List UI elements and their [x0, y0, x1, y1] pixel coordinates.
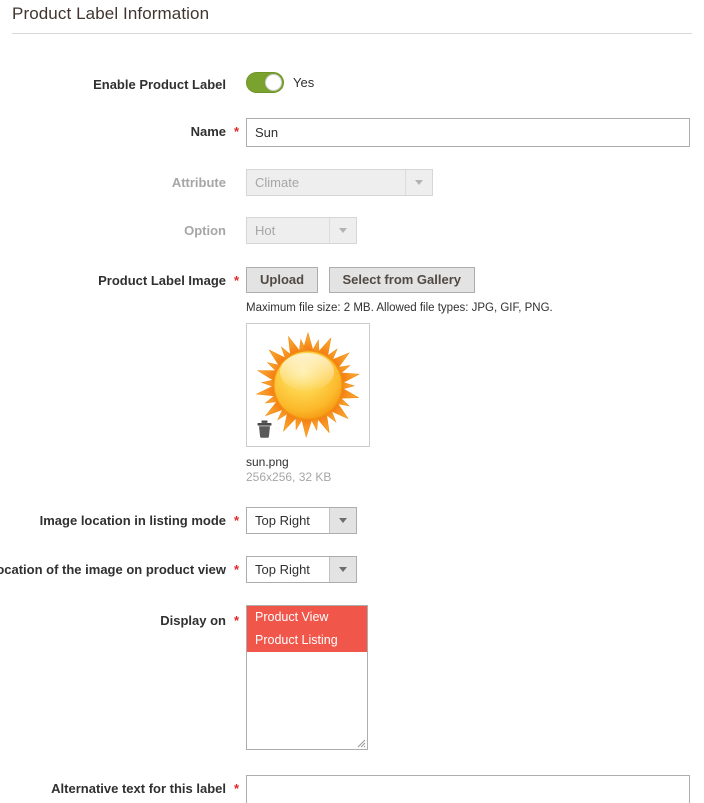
product-label-information-page: Product Label Information Enable Product…	[0, 0, 704, 803]
row-product-label-image: Product Label Image * Upload Select from…	[0, 267, 704, 484]
enable-product-label-field: Yes	[246, 72, 314, 93]
uploaded-file-name: sun.png	[246, 455, 289, 469]
name-input[interactable]	[246, 118, 690, 147]
label-attribute: Attribute	[171, 175, 226, 190]
row-display-on: Display on * Product View Product Listin…	[0, 605, 704, 750]
label-enable-product-label: Enable Product Label	[93, 77, 226, 92]
alt-text-input[interactable]	[246, 775, 690, 803]
label-option: Option	[184, 223, 226, 238]
chevron-down-icon	[329, 557, 356, 582]
alt-text-required-asterisk: *	[234, 781, 240, 796]
toggle-value-label: Yes	[293, 75, 315, 90]
listing-location-select[interactable]: Top Right	[246, 507, 357, 534]
image-upload-hint: Maximum file size: 2 MB. Allowed file ty…	[246, 302, 553, 314]
option-select-value: Hot	[255, 223, 276, 238]
product-view-location-select[interactable]: Top Right	[246, 556, 357, 583]
trash-icon[interactable]	[256, 420, 273, 438]
list-item[interactable]: Product View	[247, 606, 367, 629]
label-listing-location: Image location in listing mode	[39, 513, 226, 528]
row-listing-location: Image location in listing mode * Top Rig…	[0, 507, 704, 534]
image-buttons-group: Upload Select from Gallery	[246, 267, 476, 293]
chevron-down-icon	[329, 218, 356, 243]
display-on-multiselect[interactable]: Product View Product Listing	[246, 605, 368, 750]
uploaded-file-meta: 256x256, 32 KB	[246, 470, 332, 484]
list-item[interactable]: Product Listing	[247, 629, 367, 652]
display-on-required-asterisk: *	[234, 613, 240, 628]
chevron-down-icon	[329, 508, 356, 533]
row-product-view-location: Location of the image on product view * …	[0, 556, 704, 583]
resize-handle[interactable]	[355, 737, 366, 748]
chevron-down-icon	[405, 170, 432, 195]
product-view-location-required-asterisk: *	[234, 562, 240, 577]
enable-product-label-toggle[interactable]	[246, 72, 284, 93]
attribute-select-value: Climate	[255, 175, 300, 190]
image-preview-thumbnail[interactable]	[246, 323, 370, 447]
section-header: Product Label Information	[0, 0, 704, 34]
listing-location-required-asterisk: *	[234, 513, 240, 528]
listing-location-value: Top Right	[255, 513, 310, 528]
page-title: Product Label Information	[12, 4, 210, 23]
name-required-asterisk: *	[234, 124, 240, 139]
option-select[interactable]: Hot	[246, 217, 357, 244]
row-option: Option Hot	[0, 217, 704, 244]
toggle-knob	[265, 74, 282, 91]
row-attribute: Attribute Climate	[0, 169, 704, 196]
header-divider	[12, 33, 692, 34]
label-display-on: Display on	[160, 613, 226, 628]
label-alt-text: Alternative text for this label	[51, 781, 226, 796]
select-from-gallery-button[interactable]: Select from Gallery	[328, 267, 476, 293]
product-label-image-required-asterisk: *	[234, 273, 240, 288]
attribute-select[interactable]: Climate	[246, 169, 433, 196]
label-product-view-location: Location of the image on product view	[0, 562, 226, 577]
upload-button[interactable]: Upload	[246, 267, 319, 293]
label-name: Name	[190, 124, 226, 139]
label-product-label-image: Product Label Image	[98, 273, 226, 288]
product-view-location-value: Top Right	[255, 562, 310, 577]
